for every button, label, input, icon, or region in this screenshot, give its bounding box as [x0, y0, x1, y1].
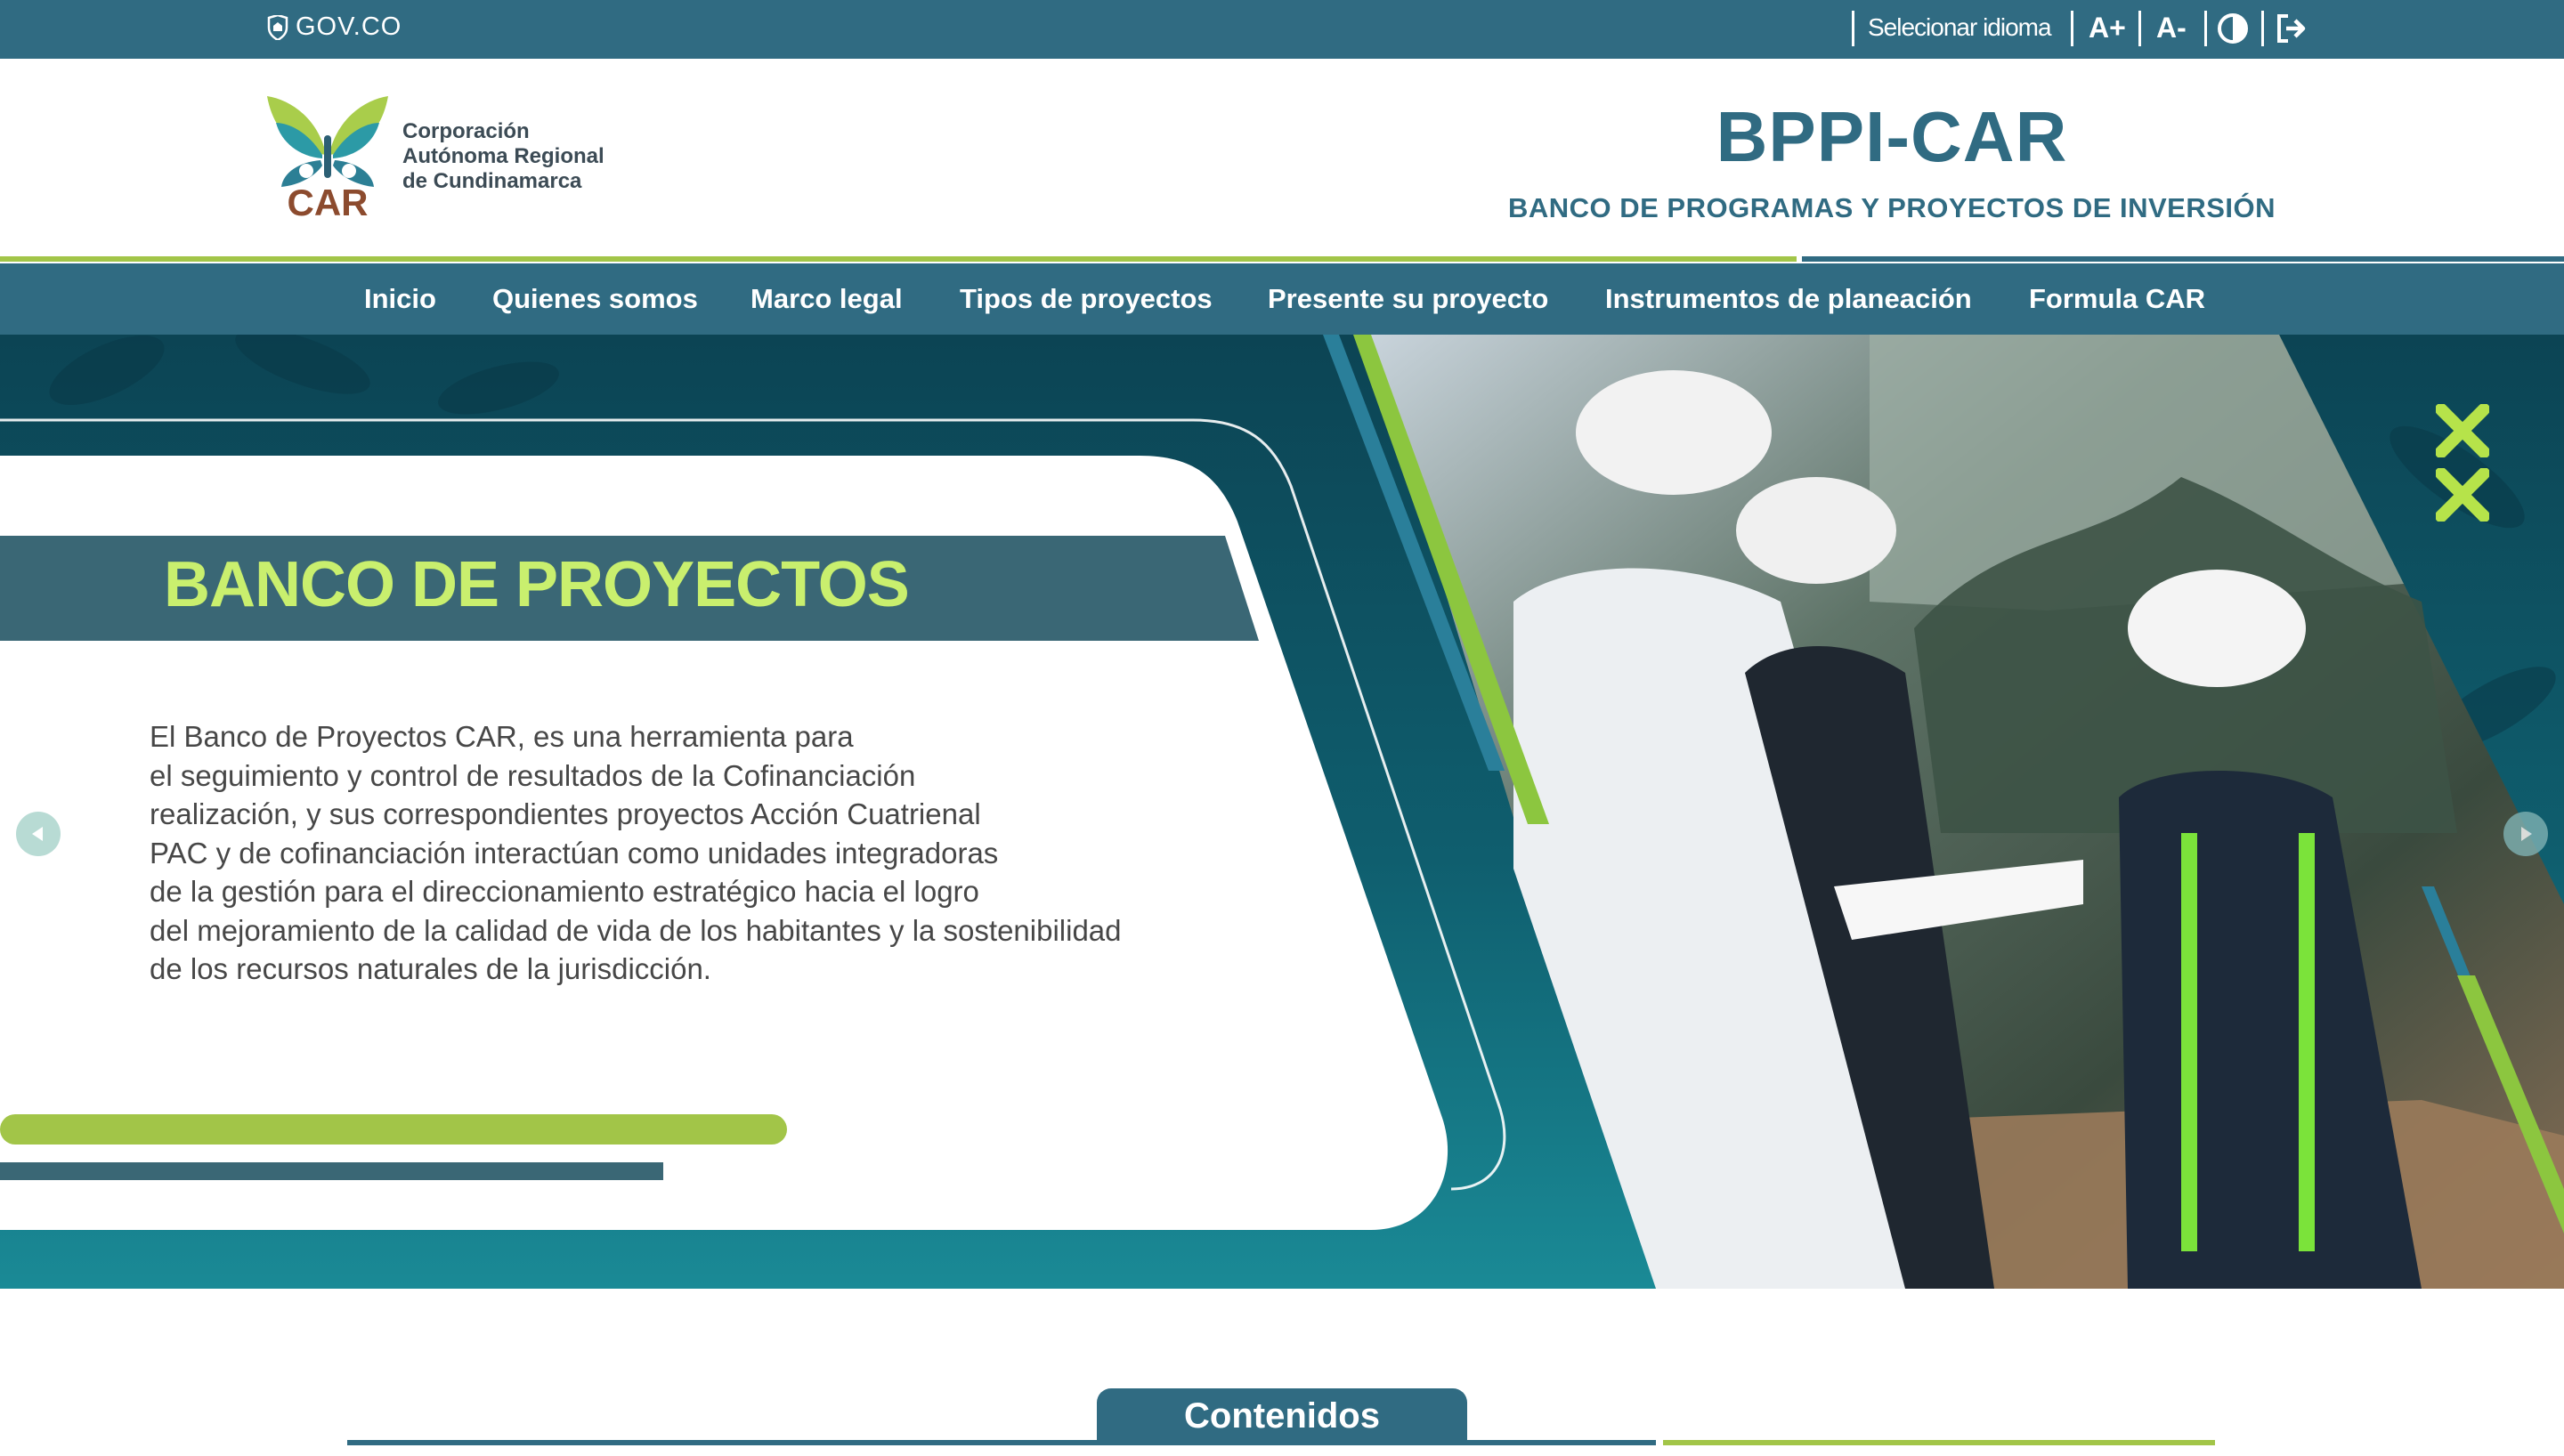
chevron-left-icon — [32, 827, 43, 841]
car-logo-text: CAR — [288, 182, 369, 221]
site-title: BPPI-CAR — [1716, 97, 2068, 176]
language-selector[interactable]: Selecionar idioma — [1868, 0, 2052, 59]
site-header: CAR Corporación Autónoma Regional de Cun… — [0, 59, 2564, 262]
gov-co-link[interactable]: GOV.CO — [267, 12, 402, 42]
nav-item-instrumentos-de-planeacion[interactable]: Instrumentos de planeación — [1605, 263, 1972, 335]
org-name-line: de Cundinamarca — [402, 169, 582, 193]
nav-item-formula-car[interactable]: Formula CAR — [2029, 263, 2205, 335]
decorative-x-icon — [2436, 404, 2489, 457]
gov-co-text: GOV.CO — [296, 12, 402, 41]
toolbar-divider — [2204, 11, 2207, 46]
header-divider-blue — [1802, 256, 2564, 262]
contrast-icon — [2218, 13, 2248, 44]
toolbar-divider — [2071, 11, 2073, 46]
nav-item-presente-su-proyecto[interactable]: Presente su proyecto — [1268, 263, 1548, 335]
hero-text-line: del mejoramiento de la calidad de vida d… — [150, 913, 1122, 947]
slider-next-button[interactable] — [2503, 812, 2548, 856]
gov-shield-icon — [267, 14, 288, 40]
nav-item-tipos-de-proyectos[interactable]: Tipos de proyectos — [960, 263, 1213, 335]
hero-description: El Banco de Proyectos CAR, es una herram… — [150, 717, 1164, 989]
font-decrease-button[interactable]: A- — [2156, 0, 2187, 59]
nav-item-marco-legal[interactable]: Marco legal — [751, 263, 903, 335]
hero-text-line: realización, y sus correspondientes proy… — [150, 797, 981, 830]
hero-text-line: el seguimiento y control de resultados d… — [150, 758, 916, 792]
org-name-line: Autónoma Regional — [402, 144, 604, 168]
hero-text-line: de la gestión para el direccionamiento e… — [150, 875, 979, 908]
hero-text-line: El Banco de Proyectos CAR, es una herram… — [150, 720, 854, 753]
sign-in-icon — [2277, 14, 2306, 43]
hero-title: BANCO DE PROYECTOS — [164, 549, 910, 620]
hero-slider: BANCO DE PROYECTOS El Banco de Proyectos… — [0, 335, 2564, 1289]
nav-item-inicio[interactable]: Inicio — [364, 263, 436, 335]
font-increase-button[interactable]: A+ — [2089, 0, 2126, 59]
main-navigation: Inicio Quienes somos Marco legal Tipos d… — [0, 263, 2564, 335]
decorative-x-icon — [2436, 468, 2489, 522]
hero-text-line: de los recursos naturales de la jurisdic… — [150, 952, 711, 985]
toolbar-divider — [2261, 11, 2264, 46]
header-divider-green — [0, 256, 1797, 262]
chevron-right-icon — [2521, 827, 2532, 841]
hero-text-line: PAC y de cofinanciación interactúan como… — [150, 836, 999, 870]
slider-prev-button[interactable] — [16, 812, 61, 856]
site-subtitle: BANCO DE PROGRAMAS Y PROYECTOS DE INVERS… — [1507, 192, 2276, 223]
login-button[interactable] — [2276, 0, 2309, 59]
nav-item-quienes-somos[interactable]: Quienes somos — [492, 263, 698, 335]
hero-bar-green — [0, 1114, 787, 1145]
contents-divider-green — [1663, 1440, 2215, 1445]
contrast-button[interactable] — [2217, 0, 2249, 59]
org-name-line: Corporación — [402, 119, 530, 143]
hero-bar-blue — [0, 1162, 663, 1180]
toolbar-divider — [2138, 11, 2141, 46]
organization-name: Corporación Autónoma Regional de Cundina… — [402, 119, 634, 194]
car-butterfly-logo[interactable]: CAR — [264, 91, 392, 221]
contents-divider-blue — [347, 1440, 1656, 1445]
contents-section-tab: Contenidos — [1097, 1388, 1467, 1444]
gov-bar: GOV.CO Selecionar idioma A+ A- — [0, 0, 2564, 59]
toolbar-divider — [1852, 11, 1854, 46]
